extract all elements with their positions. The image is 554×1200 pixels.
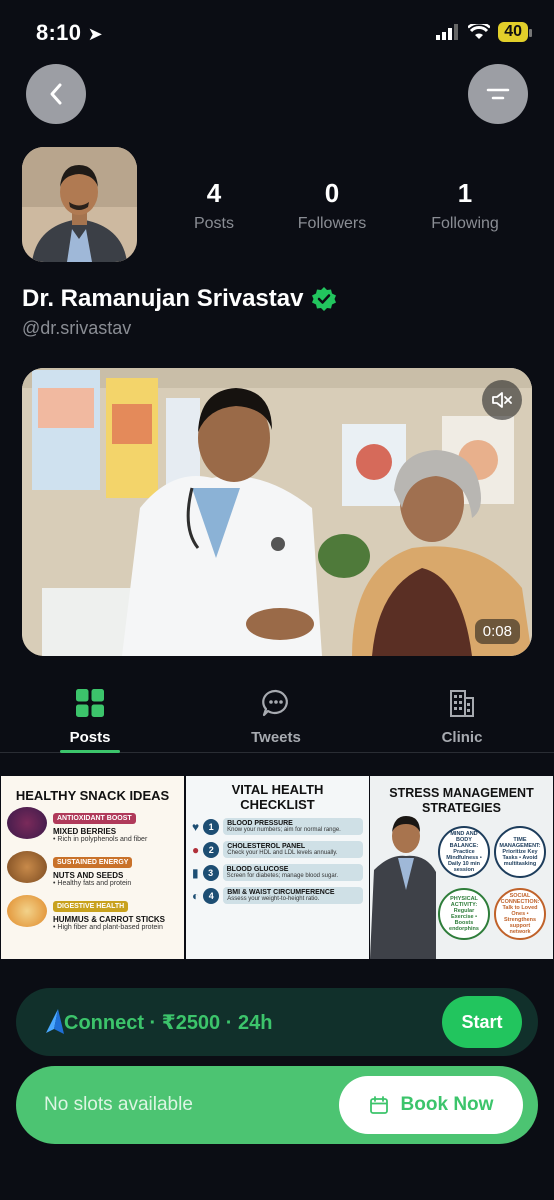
item-desc: Check your HDL and LDL levels annually. [227, 850, 338, 856]
post-title: VITAL HEALTH CHECKLIST [231, 782, 324, 812]
location-arrow-icon: ➤ [87, 24, 104, 44]
calendar-icon [369, 1096, 388, 1114]
list-item: ♥ 1 BLOOD PRESSURE Know your numbers; aim… [192, 818, 363, 835]
tab-tweets[interactable]: Tweets [216, 688, 336, 746]
list-item: ANTIOXIDANT BOOST MIXED BERRIES • Rich i… [7, 807, 178, 843]
profile-name: Dr. Ramanujan Srivastav [22, 285, 304, 312]
heart-pulse-icon: ♥ [192, 819, 200, 834]
signal-icon [436, 24, 459, 40]
item-heading: BLOOD GLUCOSE [226, 866, 289, 873]
item-number: 3 [202, 864, 219, 881]
battery-indicator: 40 [498, 22, 532, 42]
menu-lines-icon [486, 88, 510, 100]
stat-label: Followers [297, 215, 367, 232]
post-vital-checklist[interactable]: VITAL HEALTH CHECKLIST ♥ 1 BLOOD PRESSUR… [186, 776, 369, 959]
speaker-muted-icon [492, 392, 512, 408]
strategy-badge: MIND AND BODY BALANCE: Practice Mindfuln… [438, 826, 490, 878]
stat-label: Posts [193, 215, 234, 232]
stat-label: Following [431, 215, 499, 232]
menu-button[interactable] [468, 64, 528, 124]
doctor-figure [370, 816, 436, 959]
snack-desc: • Rich in polyphenols and fiber [53, 836, 148, 843]
snack-name: HUMMUS & CARROT STICKS [53, 915, 165, 924]
strategy-badge: TIME MANAGEMENT: Prioritize Key Tasks • … [494, 826, 546, 878]
snack-tag: SUSTAINED ENERGY [53, 857, 133, 868]
snack-tag: ANTIOXIDANT BOOST [53, 813, 136, 824]
item-desc: Screen for diabetes; manage blood sugar. [226, 873, 339, 879]
stat-value: 4 [206, 178, 222, 208]
wifi-icon [468, 24, 491, 39]
video-duration: 0:08 [474, 619, 520, 644]
status-time: 8:10 ➤ [36, 20, 104, 45]
item-heading: BMI & WAIST CIRCUMFERENCE [227, 889, 335, 896]
grid-icon [76, 689, 104, 717]
berries-image [7, 807, 47, 839]
snack-name: NUTS AND SEEDS [53, 871, 124, 880]
tab-clinic[interactable]: Clinic [402, 688, 522, 746]
stat-value: 1 [457, 178, 473, 208]
verified-badge-icon [312, 287, 337, 311]
nuts-image [7, 851, 47, 883]
stat-following[interactable]: 1 Following [410, 178, 520, 233]
blood-drop-icon: ● [192, 842, 200, 857]
avatar-image [22, 147, 137, 262]
tab-label: Clinic [441, 729, 483, 746]
stat-followers[interactable]: 0 Followers [277, 178, 387, 233]
building-icon [450, 690, 474, 717]
hummus-image [7, 895, 47, 927]
featured-video[interactable]: 0:08 [22, 368, 532, 656]
book-now-button[interactable]: Book Now [339, 1076, 523, 1134]
tab-posts[interactable]: Posts [30, 688, 150, 746]
back-button[interactable] [26, 64, 86, 124]
snack-desc: • Healthy fats and protein [53, 880, 132, 887]
strategy-badge: SOCIAL CONNECTION: Talk to Loved Ones • … [494, 888, 546, 940]
connect-logo-icon [46, 1009, 64, 1034]
chevron-left-icon [50, 83, 62, 105]
tab-label: Posts [69, 729, 111, 746]
start-button[interactable]: Start [442, 996, 522, 1048]
mute-button[interactable] [482, 380, 522, 420]
chat-bubble-icon [262, 689, 288, 717]
snack-name: MIXED BERRIES [53, 827, 117, 836]
profile-handle: @dr.srivastav [22, 318, 132, 338]
snack-desc: • High fiber and plant-based protein [53, 924, 163, 931]
item-number: 1 [203, 818, 220, 835]
stat-posts[interactable]: 4 Posts [159, 178, 269, 233]
strategy-badge: PHYSICAL ACTIVITY: Regular Exercise • Bo… [438, 888, 490, 940]
status-icons: 40 [436, 22, 532, 42]
post-healthy-snack[interactable]: HEALTHY SNACK IDEAS ANTIOXIDANT BOOST MI… [1, 776, 184, 959]
avatar[interactable] [22, 147, 137, 262]
profile-name-row: Dr. Ramanujan Srivastav [22, 285, 337, 313]
tape-measure-icon: ◐ [192, 888, 200, 903]
list-item: SUSTAINED ENERGY NUTS AND SEEDS • Health… [7, 851, 178, 887]
item-desc: Know your numbers; aim for normal range. [227, 827, 341, 833]
list-item: ▮ 3 BLOOD GLUCOSE Screen for diabetes; ma… [192, 864, 363, 881]
item-number: 4 [203, 887, 220, 904]
connect-label: Connect · ₹2500 · 24h [64, 1012, 273, 1034]
snack-tag: DIGESTIVE HEALTH [53, 901, 129, 912]
item-heading: CHOLESTEROL PANEL [227, 843, 306, 850]
post-stress-management[interactable]: STRESS MANAGEMENT STRATEGIES MIND AND BO… [370, 776, 553, 959]
stat-value: 0 [324, 178, 340, 208]
list-item: DIGESTIVE HEALTH HUMMUS & CARROT STICKS … [7, 895, 178, 931]
book-now-label: Book Now [400, 1094, 494, 1115]
list-item: ◐ 4 BMI & WAIST CIRCUMFERENCE Assess your… [192, 887, 363, 904]
item-heading: BLOOD PRESSURE [227, 820, 293, 827]
video-thumbnail [22, 368, 532, 656]
list-item: ● 2 CHOLESTEROL PANEL Check your HDL and … [192, 841, 363, 858]
slots-status: No slots available [44, 1094, 193, 1115]
tab-label: Tweets [251, 729, 301, 746]
post-title: HEALTHY SNACK IDEAS [15, 788, 170, 803]
active-tab-indicator [60, 750, 120, 753]
item-number: 2 [203, 841, 220, 858]
item-desc: Assess your weight-to-height ratio. [227, 896, 320, 902]
glucose-meter-icon: ▮ [192, 865, 199, 880]
